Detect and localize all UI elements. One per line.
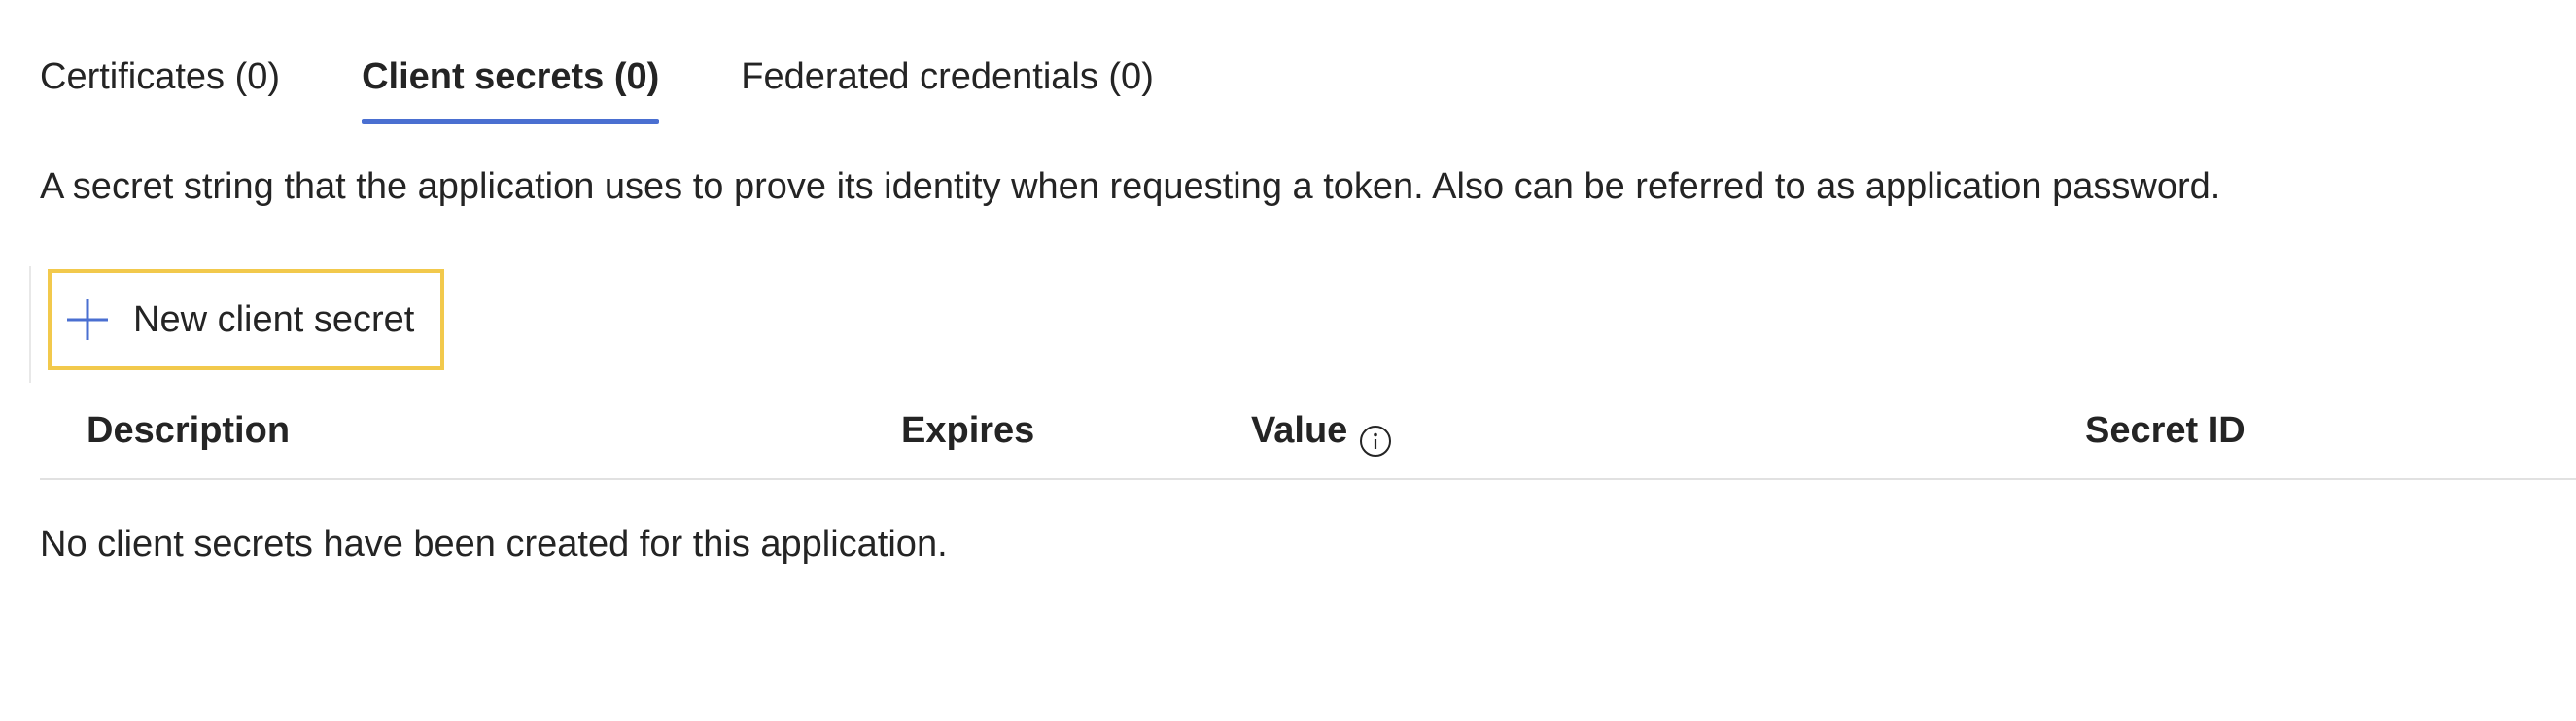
plus-icon: [65, 297, 110, 342]
column-label: Expires: [901, 410, 1035, 451]
credential-tabs: Certificates (0) Client secrets (0) Fede…: [40, 41, 1236, 128]
column-label: Description: [87, 410, 291, 451]
divider: [29, 266, 31, 383]
section-description: A secret string that the application use…: [40, 166, 2221, 207]
column-header-description[interactable]: Description: [87, 398, 290, 463]
tab-federated-credentials[interactable]: Federated credentials (0): [741, 41, 1154, 124]
new-client-secret-button[interactable]: New client secret: [48, 269, 444, 370]
info-icon[interactable]: [1359, 414, 1392, 457]
column-header-expires[interactable]: Expires: [901, 398, 1034, 463]
column-label: Secret ID: [2085, 410, 2245, 451]
tab-client-secrets[interactable]: Client secrets (0): [362, 41, 660, 124]
column-header-secret-id[interactable]: Secret ID: [2085, 398, 2245, 463]
tab-certificates[interactable]: Certificates (0): [40, 41, 280, 124]
column-label: Value: [1251, 410, 1348, 451]
column-header-value[interactable]: Value: [1251, 398, 1392, 463]
empty-state-message: No client secrets have been created for …: [40, 524, 948, 565]
new-client-secret-label: New client secret: [133, 298, 415, 340]
secrets-table-header: Description Expires Value Secret ID: [40, 393, 2576, 480]
